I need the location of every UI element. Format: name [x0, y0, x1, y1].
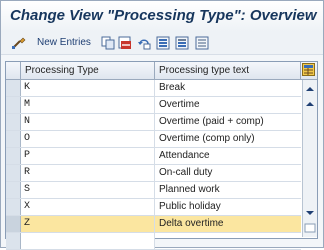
- processing-type-text-cell[interactable]: Public holiday: [155, 199, 301, 215]
- processing-type-cell[interactable]: M: [21, 97, 155, 113]
- processing-type-text-cell[interactable]: Attendance: [155, 148, 301, 164]
- row-selector[interactable]: [6, 148, 21, 164]
- processing-type-cell[interactable]: R: [21, 165, 155, 181]
- processing-type-cell[interactable]: K: [21, 80, 155, 96]
- processing-type-text-cell[interactable]: Overtime (comp only): [155, 131, 301, 147]
- scroll-bottom-icon[interactable]: [304, 223, 316, 233]
- vertical-scrollbar[interactable]: [302, 80, 317, 237]
- processing-type-cell[interactable]: X: [21, 199, 155, 215]
- table-row[interactable]: N Overtime (paid + comp): [6, 114, 301, 131]
- table-control: Processing Type Processing type text K B…: [5, 61, 318, 250]
- row-selector[interactable]: [6, 199, 21, 215]
- copy-as-icon[interactable]: [101, 36, 115, 50]
- select-block-icon[interactable]: [175, 36, 189, 50]
- table-row[interactable]: K Break: [6, 80, 301, 97]
- application-toolbar: New Entries: [1, 32, 323, 55]
- scroll-down-icon[interactable]: [304, 208, 316, 218]
- table-settings-icon[interactable]: [302, 63, 315, 77]
- processing-type-text-cell[interactable]: Delta overtime: [155, 216, 301, 232]
- table-rows: K Break M Overtime N Overtime (paid + co…: [6, 80, 301, 250]
- row-selector[interactable]: [6, 216, 21, 232]
- page-title: Change View "Processing Type": Overview: [10, 7, 317, 24]
- title-bar: Change View "Processing Type": Overview: [1, 1, 323, 32]
- processing-type-cell[interactable]: [21, 233, 155, 249]
- table-row[interactable]: R On-call duty: [6, 165, 301, 182]
- table-row-active[interactable]: Z Delta overtime: [6, 216, 301, 233]
- row-selector[interactable]: [6, 233, 21, 249]
- table-header: Processing Type Processing type text: [6, 62, 317, 80]
- row-selector[interactable]: [6, 165, 21, 181]
- processing-type-text-cell[interactable]: [155, 233, 301, 249]
- processing-type-cell[interactable]: N: [21, 114, 155, 130]
- scroll-up-icon[interactable]: [304, 99, 316, 109]
- sap-window: Change View "Processing Type": Overview …: [0, 0, 324, 250]
- table-row[interactable]: O Overtime (comp only): [6, 131, 301, 148]
- table-row[interactable]: S Planned work: [6, 182, 301, 199]
- change-display-icon[interactable]: [11, 36, 27, 50]
- processing-type-text-cell[interactable]: Overtime (paid + comp): [155, 114, 301, 130]
- table-row-empty[interactable]: [6, 233, 301, 250]
- processing-type-cell[interactable]: P: [21, 148, 155, 164]
- processing-type-cell[interactable]: O: [21, 131, 155, 147]
- processing-type-text-cell[interactable]: Planned work: [155, 182, 301, 198]
- select-all-cell[interactable]: [6, 62, 21, 79]
- processing-type-text-cell[interactable]: On-call duty: [155, 165, 301, 181]
- row-selector[interactable]: [6, 80, 21, 96]
- processing-type-cell[interactable]: S: [21, 182, 155, 198]
- row-selector[interactable]: [6, 97, 21, 113]
- table-row[interactable]: M Overtime: [6, 97, 301, 114]
- column-header-processing-type-text[interactable]: Processing type text: [155, 62, 301, 79]
- new-entries-button[interactable]: New Entries: [37, 37, 91, 48]
- row-selector[interactable]: [6, 131, 21, 147]
- processing-type-text-cell[interactable]: Overtime: [155, 97, 301, 113]
- table-row[interactable]: X Public holiday: [6, 199, 301, 216]
- processing-type-text-cell[interactable]: Break: [155, 80, 301, 96]
- undo-change-icon[interactable]: [137, 36, 151, 50]
- deselect-all-icon[interactable]: [195, 36, 209, 50]
- table-row[interactable]: P Attendance: [6, 148, 301, 165]
- column-header-processing-type[interactable]: Processing Type: [21, 62, 155, 79]
- select-all-icon[interactable]: [156, 36, 170, 50]
- row-selector[interactable]: [6, 114, 21, 130]
- row-selector[interactable]: [6, 182, 21, 198]
- delete-icon[interactable]: [118, 36, 132, 50]
- scroll-top-icon[interactable]: [304, 84, 316, 94]
- processing-type-cell[interactable]: Z: [21, 216, 155, 232]
